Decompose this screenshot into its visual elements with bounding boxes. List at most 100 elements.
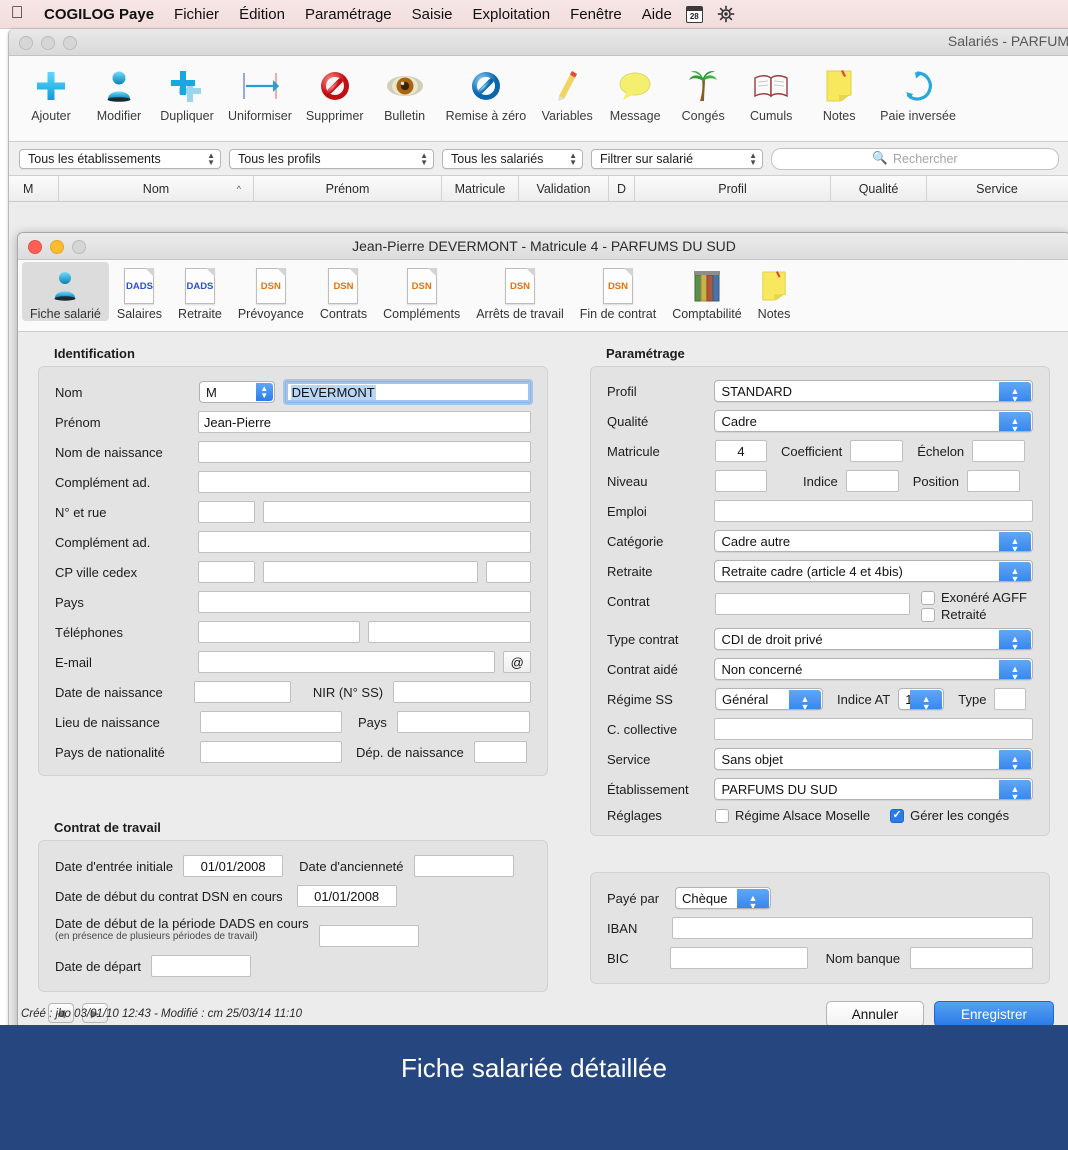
- position-input[interactable]: [966, 470, 1020, 492]
- tab-notes[interactable]: Notes: [750, 262, 799, 321]
- tab-comptabilite[interactable]: Comptabilité: [664, 262, 749, 321]
- street-number-input[interactable]: [197, 501, 256, 523]
- column-header-validation[interactable]: Validation: [519, 175, 609, 202]
- close-button[interactable]: [19, 36, 33, 50]
- phone-2-input[interactable]: [368, 621, 531, 643]
- minimize-button[interactable]: [41, 36, 55, 50]
- toolbar-button-conges[interactable]: Congés: [669, 62, 737, 123]
- column-header-d[interactable]: D: [609, 175, 635, 202]
- toolbar-button-cumuls[interactable]: Cumuls: [737, 62, 805, 123]
- toolbar-button-dupliquer[interactable]: Dupliquer: [153, 62, 221, 123]
- street-name-input[interactable]: [263, 501, 531, 523]
- paye-par-select[interactable]: Chèque ▲ ▼: [675, 887, 771, 909]
- email-at-button[interactable]: @: [503, 651, 531, 673]
- toolbar-button-supprimer[interactable]: Supprimer: [299, 62, 371, 123]
- filter-establishment-select[interactable]: Tous les établissements ▲ ▼: [19, 148, 221, 169]
- zoom-button[interactable]: [72, 240, 86, 254]
- toolbar-button-message[interactable]: Message: [601, 62, 669, 123]
- birth-country-input[interactable]: [396, 711, 530, 733]
- dsn-start-date-input[interactable]: 01/01/2008: [296, 885, 397, 907]
- type-input[interactable]: [994, 688, 1027, 710]
- bic-input[interactable]: [669, 947, 808, 969]
- retraite-select[interactable]: Retraite cadre (article 4 et 4bis) ▲ ▼: [714, 560, 1033, 582]
- departure-date-input[interactable]: [151, 955, 252, 977]
- categorie-select[interactable]: Cadre autre ▲ ▼: [714, 530, 1033, 552]
- birth-place-input[interactable]: [200, 711, 342, 733]
- coefficient-input[interactable]: [850, 440, 904, 462]
- contrat-input[interactable]: [715, 593, 910, 615]
- filter-on-employee-select[interactable]: Filtrer sur salarié ▲ ▼: [591, 148, 763, 169]
- toolbar-button-paie-inversee[interactable]: Paie inversée: [873, 62, 963, 123]
- tab-salaires[interactable]: DADS Salaires: [109, 262, 170, 321]
- matricule-input[interactable]: 4: [715, 440, 767, 462]
- checkbox-exonere-agff[interactable]: Exonéré AGFF: [921, 590, 1027, 605]
- c-collective-input[interactable]: [714, 718, 1033, 740]
- country-input[interactable]: [197, 591, 531, 613]
- checkbox-alsace-moselle[interactable]: Régime Alsace Moselle: [715, 808, 870, 823]
- phone-1-input[interactable]: [197, 621, 361, 643]
- complement-ad-2-input[interactable]: [197, 531, 531, 553]
- qualite-select[interactable]: Cadre ▲ ▼: [714, 410, 1033, 432]
- toolbar-button-modifier[interactable]: Modifier: [85, 62, 153, 123]
- menu-item-exploitation[interactable]: Exploitation: [463, 6, 561, 23]
- indice-input[interactable]: [845, 470, 899, 492]
- first-name-input[interactable]: Jean-Pierre: [197, 411, 531, 433]
- toolbar-button-notes[interactable]: Notes: [805, 62, 873, 123]
- dads-start-date-input[interactable]: [318, 925, 419, 947]
- contrat-aide-select[interactable]: Non concerné ▲ ▼: [714, 658, 1033, 680]
- type-contrat-select[interactable]: CDI de droit privé ▲ ▼: [714, 628, 1033, 650]
- tab-retraite[interactable]: DADS Retraite: [170, 262, 230, 321]
- menu-item-edition[interactable]: Édition: [229, 6, 295, 23]
- column-header-service[interactable]: Service: [927, 176, 1067, 202]
- menu-item-parametrage[interactable]: Paramétrage: [295, 6, 402, 23]
- toolbar-button-uniformiser[interactable]: Uniformiser: [221, 62, 299, 123]
- filter-employees-select[interactable]: Tous les salariés ▲ ▼: [442, 148, 583, 169]
- menu-app-name[interactable]: COGILOG Paye: [34, 6, 164, 23]
- service-select[interactable]: Sans objet ▲ ▼: [714, 748, 1033, 770]
- tab-arrets-de-travail[interactable]: DSN Arrêts de travail: [468, 262, 572, 321]
- emploi-input[interactable]: [714, 500, 1033, 522]
- column-header-qualite[interactable]: Qualité: [831, 175, 927, 202]
- menu-item-saisie[interactable]: Saisie: [402, 6, 463, 23]
- filter-profile-select[interactable]: Tous les profils ▲ ▼: [229, 148, 434, 169]
- regime-ss-select[interactable]: Général ▲ ▼: [715, 688, 823, 710]
- nir-input[interactable]: [393, 681, 531, 703]
- column-header-nom[interactable]: Nom ^: [59, 175, 254, 202]
- menu-item-fichier[interactable]: Fichier: [164, 6, 229, 23]
- last-name-input[interactable]: DEVERMONT: [284, 381, 531, 403]
- column-header-m[interactable]: M: [9, 175, 59, 202]
- complement-ad-1-input[interactable]: [197, 471, 531, 493]
- calendar-icon[interactable]: 28: [685, 5, 703, 23]
- minimize-button[interactable]: [50, 240, 64, 254]
- column-header-matricule[interactable]: Matricule: [442, 175, 519, 202]
- birth-dept-input[interactable]: [473, 741, 527, 763]
- echelon-input[interactable]: [972, 440, 1026, 462]
- toolbar-button-ajouter[interactable]: Ajouter: [17, 62, 85, 123]
- tab-contrats[interactable]: DSN Contrats: [312, 262, 375, 321]
- cedex-input[interactable]: [485, 561, 531, 583]
- nationality-input[interactable]: [200, 741, 342, 763]
- save-button[interactable]: Enregistrer: [934, 1001, 1054, 1025]
- email-input[interactable]: [197, 651, 496, 673]
- iban-input[interactable]: [671, 917, 1033, 939]
- tab-complements[interactable]: DSN Compléments: [375, 262, 468, 321]
- column-header-prenom[interactable]: Prénom: [254, 175, 442, 202]
- seniority-date-input[interactable]: [413, 855, 514, 877]
- column-header-profil[interactable]: Profil: [635, 175, 831, 202]
- close-button[interactable]: [28, 240, 42, 254]
- niveau-input[interactable]: [715, 470, 767, 492]
- profil-select[interactable]: STANDARD ▲ ▼: [714, 380, 1033, 402]
- nom-banque-input[interactable]: [910, 947, 1033, 969]
- toolbar-button-variables[interactable]: Variables: [533, 62, 601, 123]
- cancel-button[interactable]: Annuler: [826, 1001, 924, 1025]
- civility-select[interactable]: M ▲ ▼: [198, 381, 275, 403]
- gear-icon[interactable]: [717, 5, 735, 23]
- tab-prevoyance[interactable]: DSN Prévoyance: [230, 262, 312, 321]
- apple-logo-icon[interactable]: : [0, 4, 34, 24]
- zoom-button[interactable]: [63, 36, 77, 50]
- birth-name-input[interactable]: [197, 441, 531, 463]
- toolbar-button-bulletin[interactable]: Bulletin: [371, 62, 439, 123]
- postal-code-input[interactable]: [197, 561, 255, 583]
- checkbox-gerer-conges[interactable]: Gérer les congés: [890, 808, 1009, 823]
- city-input[interactable]: [262, 561, 478, 583]
